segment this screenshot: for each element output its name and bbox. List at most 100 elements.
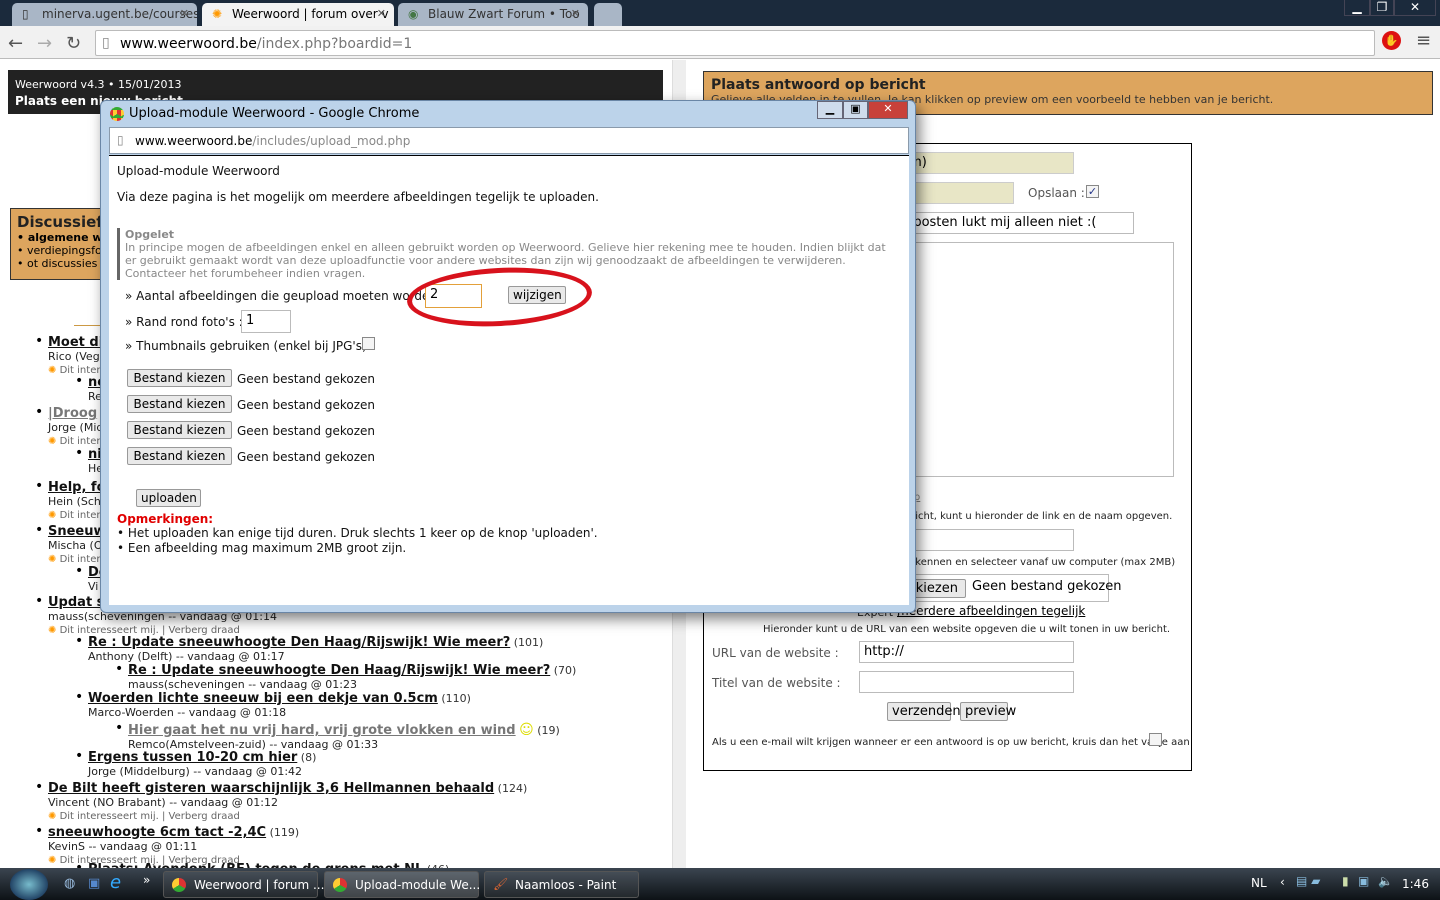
choose-file-button[interactable]: Bestand kiezen	[127, 421, 232, 439]
remark-item: • Een afbeelding mag maximum 2MB groot z…	[117, 541, 407, 555]
thread-title-link[interactable]: Re : Update sneeuwhoogte Den Haag/Rijswi…	[88, 635, 510, 650]
thread-item: • De Bilt heeft gisteren waarschijnlijk 3…	[35, 779, 528, 822]
interest-links[interactable]: ✺ Dit interesseert mij. | Verberg draad	[48, 811, 240, 822]
minimize-button[interactable]: ▁	[1344, 0, 1370, 16]
file-status: Geen bestand gekozen	[237, 424, 375, 438]
close-tab-icon[interactable]: ✕	[377, 7, 386, 20]
file-status: Geen bestand gekozen	[237, 398, 375, 412]
new-tab-button[interactable]	[594, 3, 622, 26]
show-desktop-icon[interactable]: ▣	[88, 876, 100, 891]
thread-item: • Re : Update sneeuwhoogte Den Haag/Rijsw…	[115, 661, 577, 691]
sun-icon: ✺	[48, 554, 57, 565]
show-hidden-icons[interactable]: ‹	[1280, 875, 1285, 889]
network-icon[interactable]: ▤ ▰	[1296, 874, 1320, 888]
thread-title-link[interactable]: Woerden lichte sneeuw bij een dekje van …	[88, 691, 438, 706]
popup-close-button[interactable]: ✕	[868, 101, 908, 119]
border-input[interactable]: 1	[241, 310, 291, 333]
choose-file-button[interactable]: Bestand kiezen	[127, 369, 232, 387]
thread-item: • Re : Update sneeuwhoogte Den Haag/Rijsw…	[75, 633, 544, 663]
sun-icon: ✺	[48, 811, 57, 822]
more-icon[interactable]: »	[143, 873, 150, 887]
adblock-icon[interactable]: ✋	[1382, 31, 1401, 50]
bullet: •	[75, 689, 84, 705]
bullet: •	[35, 404, 44, 420]
sun-icon: ✺	[48, 510, 57, 521]
sun-icon: ✺	[48, 436, 57, 447]
taskbar: ◍ ▣ e » Weerwoord | forum ... Upload-mod…	[0, 868, 1440, 900]
email-notify-checkbox[interactable]	[1149, 733, 1162, 746]
upload-popup-window: Upload-module Weerwoord - Google Chrome …	[100, 100, 916, 613]
sun-icon: ✺	[48, 625, 57, 636]
bullet: •	[35, 478, 44, 494]
maximize-button[interactable]: ❐	[1370, 0, 1394, 16]
popup-maximize-button[interactable]: ▣	[843, 101, 868, 119]
thread-title-link[interactable]: |Droog	[48, 406, 97, 421]
bullet: •	[35, 522, 44, 538]
popup-address-bar: ▯ www.weerwoord.be/includes/upload_mod.p…	[109, 127, 909, 154]
url-field[interactable]: http://	[859, 641, 1074, 663]
smiley-icon: ☺	[519, 722, 534, 738]
close-tab-icon[interactable]: ✕	[180, 7, 189, 20]
menu-icon[interactable]: ≡	[1416, 30, 1431, 51]
globe-icon[interactable]: ◍	[64, 876, 75, 891]
bullet: •	[75, 633, 84, 649]
chrome-icon	[172, 878, 186, 892]
bullet: •	[35, 779, 44, 795]
internet-explorer-icon[interactable]: e	[110, 872, 121, 893]
chrome-icon	[110, 107, 124, 121]
page-icon: ▯	[22, 7, 29, 21]
taskbar-item-upload[interactable]: Upload-module We...	[324, 871, 480, 898]
bullet: •	[115, 661, 124, 677]
page-icon: ▯	[102, 35, 110, 51]
taskbar-item-weerwoord[interactable]: Weerwoord | forum ...	[163, 871, 324, 898]
volume-icon[interactable]: 🔈	[1378, 874, 1393, 888]
clock[interactable]: 1:46	[1402, 877, 1429, 891]
power-icon[interactable]: ▮	[1342, 874, 1349, 888]
tab-strip: ▯ minerva.ugent.be/courses ✕ ✺ Weerwoord | …	[0, 0, 1440, 26]
save-checkbox[interactable]: ✓	[1086, 185, 1099, 198]
thread-title-link[interactable]: sneeuwhoogte 6cm tact -2,4C	[48, 825, 266, 840]
upload-button[interactable]: uploaden	[136, 489, 201, 507]
address-bar[interactable]: ▯ www.weerwoord.be/index.php?boardid=1	[95, 30, 1375, 56]
thread-item: • Ergens tussen 10-20 cm hier (8) Jorge (M…	[75, 748, 317, 778]
sun-icon: ✺	[48, 855, 57, 866]
bullet: •	[35, 593, 44, 609]
close-window-button[interactable]: ✕	[1394, 0, 1436, 16]
thread-title-link[interactable]: Hier gaat het nu vrij hard, vrij grote v…	[128, 723, 516, 738]
bullet: •	[115, 720, 124, 736]
back-icon[interactable]: ←	[8, 33, 23, 54]
website-title-field[interactable]	[859, 671, 1074, 693]
preview-button[interactable]: preview	[960, 702, 1016, 721]
popup-minimize-button[interactable]: ▁	[817, 101, 843, 119]
close-tab-icon[interactable]: ✕	[571, 7, 580, 20]
bullet: •	[75, 445, 84, 461]
sun-icon: ✺	[48, 365, 57, 376]
thread-title-link[interactable]: Re : Update sneeuwhoogte Den Haag/Rijswi…	[128, 663, 550, 678]
network-status-icon[interactable]: ▣	[1358, 874, 1369, 888]
tab-minerva[interactable]: ▯ minerva.ugent.be/courses ✕	[12, 3, 197, 26]
multiple-images-link[interactable]: meerdere afbeeldingen tegelijk	[897, 604, 1085, 618]
forward-icon[interactable]: →	[37, 33, 52, 54]
choose-file-button[interactable]: Bestand kiezen	[127, 395, 232, 413]
thread-item: • Woerden lichte sneeuw bij een dekje van…	[75, 689, 471, 719]
thumbnails-checkbox[interactable]	[362, 337, 375, 350]
tab-blauw-zwart[interactable]: ◉ Blauw Zwart Forum • Too ✕	[398, 3, 588, 26]
weerwoord-sun-icon: ✺	[212, 7, 223, 21]
thread-item: • Hier gaat het nu vrij hard, vrij grote …	[115, 720, 560, 751]
language-indicator[interactable]: NL	[1251, 876, 1267, 890]
tab-weerwoord[interactable]: ✺ Weerwoord | forum over v ✕	[202, 3, 394, 26]
send-button[interactable]: verzenden	[887, 702, 961, 721]
start-button[interactable]	[10, 869, 48, 900]
file-status: Geen bestand gekozen	[237, 450, 375, 464]
taskbar-item-paint[interactable]: 🖌 Naamloos - Paint	[484, 871, 639, 898]
chrome-icon	[333, 878, 347, 892]
reload-icon[interactable]: ↻	[66, 33, 81, 54]
file-status: Geen bestand gekozen	[237, 372, 375, 386]
choose-file-button[interactable]: Bestand kiezen	[127, 447, 232, 465]
thread-title-link[interactable]: De Bilt heeft gisteren waarschijnlijk 3,…	[48, 781, 494, 796]
remark-item: • Het uploaden kan enige tijd duren. Dru…	[117, 526, 598, 540]
paint-icon: 🖌	[493, 877, 509, 891]
bullet: •	[35, 823, 44, 839]
upload-form: Upload-module Weerwoord Via deze pagina …	[109, 155, 909, 605]
thread-title-link[interactable]: Ergens tussen 10-20 cm hier	[88, 750, 297, 765]
